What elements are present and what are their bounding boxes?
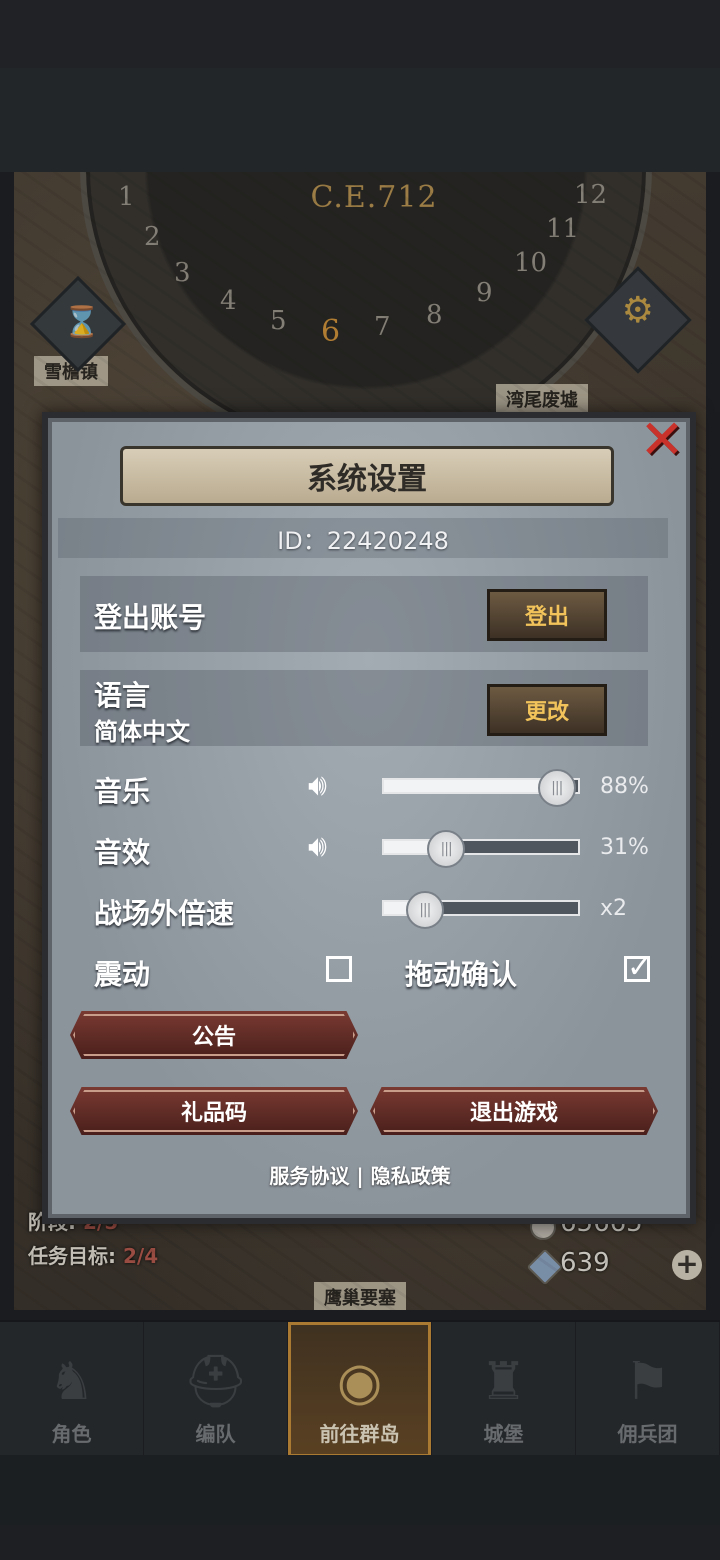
- footer-links: 服务协议 | 隐私政策: [0, 1160, 720, 1189]
- logout-button[interactable]: 登出: [487, 589, 607, 641]
- change-language-button[interactable]: 更改: [487, 684, 607, 736]
- music-label: 音乐: [94, 775, 151, 808]
- notice-button[interactable]: 公告: [70, 1011, 358, 1059]
- music-slider-thumb[interactable]: |||: [537, 769, 576, 807]
- drag-confirm-checkbox[interactable]: ✓: [624, 953, 652, 983]
- gift-code-button[interactable]: 礼品码: [70, 1087, 358, 1135]
- sfx-speaker-icon[interactable]: 🔊︎: [308, 829, 354, 865]
- music-slider[interactable]: |||: [382, 769, 580, 807]
- dialog-title: 系统设置: [307, 462, 427, 497]
- language-label: 语言: [94, 679, 151, 712]
- service-agreement-link[interactable]: 服务协议: [269, 1164, 349, 1188]
- close-button[interactable]: ✕: [636, 413, 688, 467]
- footer-separator: |: [356, 1164, 364, 1188]
- speed-slider-thumb[interactable]: |||: [405, 891, 444, 929]
- music-value: 88%: [600, 774, 649, 799]
- player-id: ID：22420248: [58, 518, 668, 558]
- sfx-slider-thumb[interactable]: |||: [427, 830, 466, 868]
- speed-value: x2: [600, 896, 628, 921]
- close-icon: ✕: [639, 408, 685, 471]
- gift-code-button-label: 礼品码: [180, 1101, 247, 1126]
- drag-confirm-label: 拖动确认: [405, 958, 518, 991]
- exit-game-button[interactable]: 退出游戏: [370, 1087, 658, 1135]
- speed-label: 战场外倍速: [94, 897, 235, 930]
- sfx-label: 音效: [94, 836, 151, 869]
- notice-button-label: 公告: [191, 1025, 236, 1050]
- exit-game-button-label: 退出游戏: [469, 1101, 558, 1126]
- vibration-checkbox[interactable]: [326, 956, 352, 982]
- sfx-slider[interactable]: |||: [382, 830, 580, 868]
- dialog-title-plate: 系统设置: [120, 446, 614, 506]
- music-slider-fill: [384, 780, 555, 792]
- speed-slider[interactable]: |||: [382, 891, 580, 929]
- sfx-value: 31%: [600, 835, 649, 860]
- vibration-label: 震动: [94, 958, 151, 991]
- language-value: 简体中文: [94, 718, 190, 746]
- logout-label: 登出账号: [94, 601, 207, 634]
- music-speaker-icon[interactable]: 🔊︎: [308, 768, 354, 804]
- privacy-policy-link[interactable]: 隐私政策: [371, 1164, 451, 1188]
